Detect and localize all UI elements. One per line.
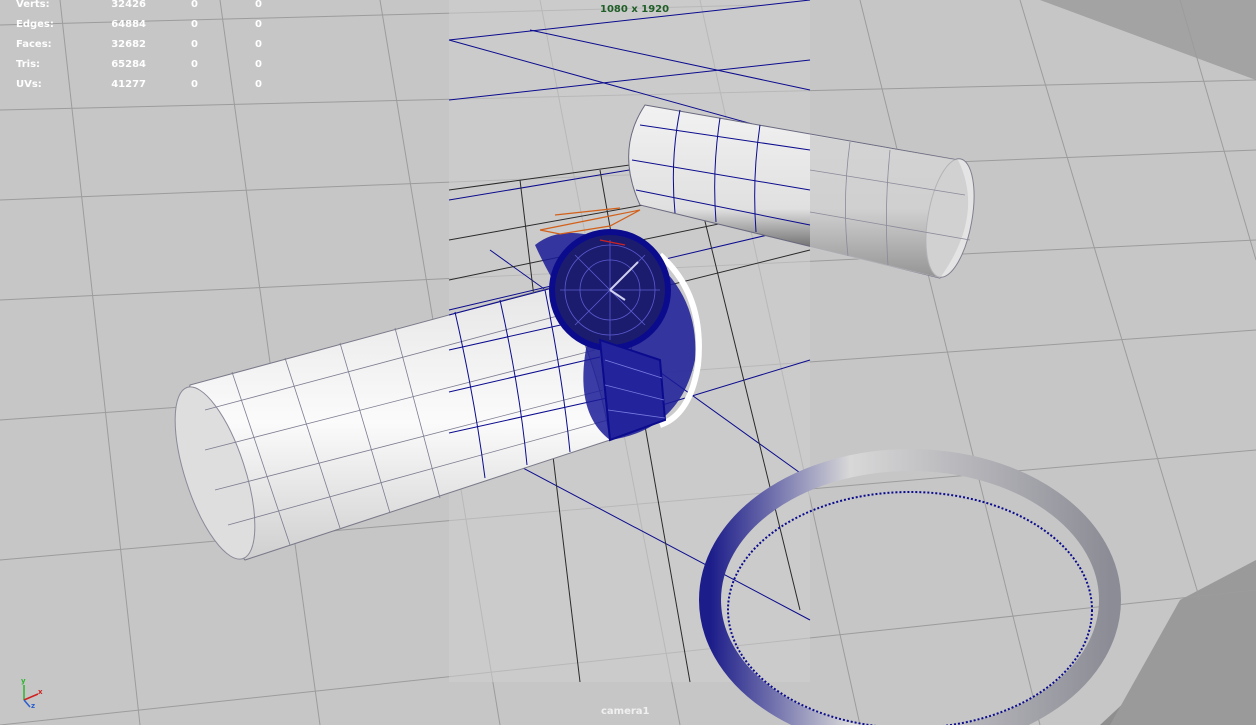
hud-label: Tris: xyxy=(16,59,41,70)
hud-label: Edges: xyxy=(16,19,54,30)
hud-value: 41277 xyxy=(111,79,146,90)
camera-name-label: camera1 xyxy=(601,706,650,717)
hud-row-faces: Faces: 32682 0 0 xyxy=(16,39,276,59)
hud-value: 0 xyxy=(255,39,262,50)
resolution-gate-label: 1080 x 1920 xyxy=(600,4,670,15)
hud-row-verts: Verts: 32426 0 0 xyxy=(16,0,276,19)
hud-value: 0 xyxy=(191,39,198,50)
hud-value: 0 xyxy=(255,0,262,10)
hud-value: 0 xyxy=(255,79,262,90)
hud-label: UVs: xyxy=(16,79,42,90)
hud-value: 0 xyxy=(255,59,262,70)
hud-value: 32682 xyxy=(111,39,146,50)
hud-value: 0 xyxy=(191,0,198,10)
view-axis-icon: y x z xyxy=(14,677,44,710)
scene-canvas[interactable] xyxy=(0,0,1256,725)
hud-label: Faces: xyxy=(16,39,52,50)
maya-viewport[interactable]: Verts: 32426 0 0 Edges: 64884 0 0 Faces:… xyxy=(0,0,1256,725)
hud-value: 65284 xyxy=(111,59,146,70)
axis-x-label: x xyxy=(38,688,43,696)
hud-value: 64884 xyxy=(111,19,146,30)
hud-label: Verts: xyxy=(16,0,50,10)
hud-value: 0 xyxy=(191,19,198,30)
axis-y-label: y xyxy=(21,677,26,685)
hud-value: 0 xyxy=(255,19,262,30)
hud-row-uvs: UVs: 41277 0 0 xyxy=(16,79,276,99)
hud-row-tris: Tris: 65284 0 0 xyxy=(16,59,276,79)
hud-value: 0 xyxy=(191,79,198,90)
hud-value: 32426 xyxy=(111,0,146,10)
hud-row-edges: Edges: 64884 0 0 xyxy=(16,19,276,39)
axis-z-label: z xyxy=(31,702,36,710)
hud-value: 0 xyxy=(191,59,198,70)
